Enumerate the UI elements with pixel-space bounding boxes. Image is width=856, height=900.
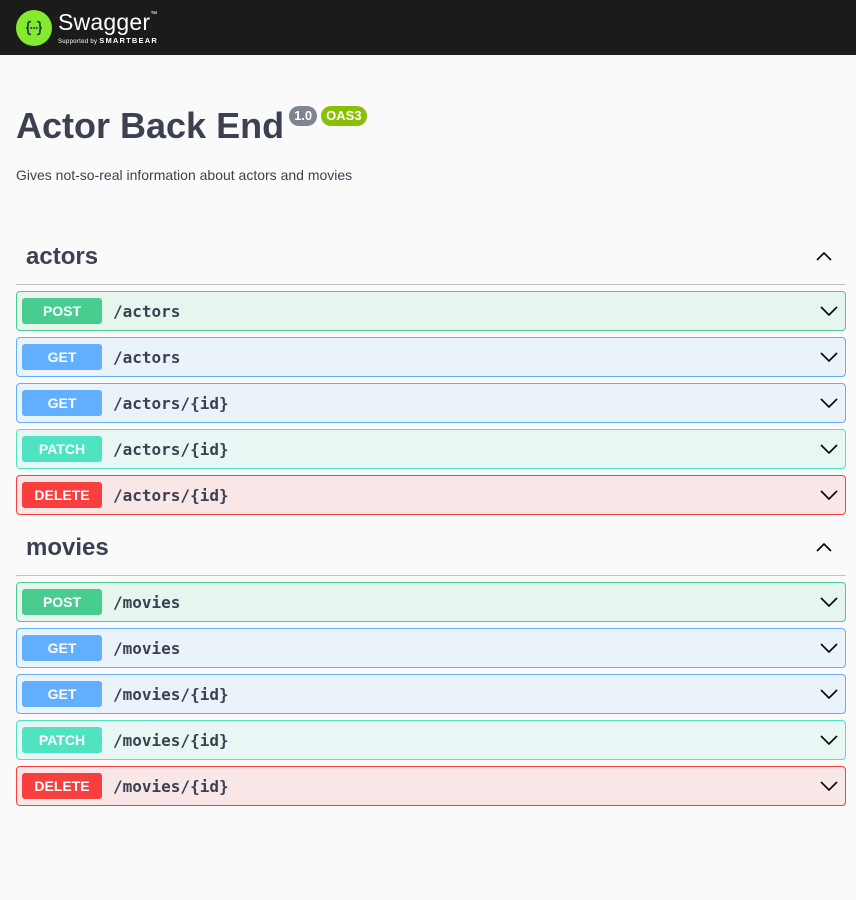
brand-subtitle: Supported by SMARTBEAR — [58, 35, 158, 45]
chevron-down-icon[interactable] — [819, 301, 839, 321]
operation-path: /actors/{id} — [113, 485, 229, 505]
method-badge: GET — [22, 344, 102, 370]
method-badge: PATCH — [22, 727, 102, 753]
operation-get-movies[interactable]: GET /movies — [16, 628, 846, 668]
chevron-down-icon[interactable] — [819, 347, 839, 367]
tag-name: actors — [26, 243, 99, 270]
tag-section-movies: movies POST /movies GET /movies GET /mov… — [0, 521, 856, 806]
operation-path: /actors/{id} — [113, 439, 229, 459]
oas-badge: OAS3 — [321, 106, 367, 126]
version-badge: 1.0 — [289, 106, 318, 126]
page-title: Actor Back End — [16, 105, 285, 146]
method-badge: GET — [22, 390, 102, 416]
operation-delete-actor-by-id[interactable]: DELETE /actors/{id} — [16, 475, 846, 515]
tag-section-actors: actors POST /actors GET /actors GET /act… — [0, 230, 856, 515]
chevron-down-icon[interactable] — [819, 393, 839, 413]
chevron-down-icon[interactable] — [819, 439, 839, 459]
operation-path: /movies/{id} — [113, 730, 229, 750]
chevron-down-icon[interactable] — [819, 485, 839, 505]
operation-get-movie-by-id[interactable]: GET /movies/{id} — [16, 674, 846, 714]
operation-path: /movies/{id} — [113, 776, 229, 796]
chevron-down-icon[interactable] — [819, 638, 839, 658]
operation-get-actor-by-id[interactable]: GET /actors/{id} — [16, 383, 846, 423]
chevron-down-icon[interactable] — [819, 730, 839, 750]
operation-path: /actors/{id} — [113, 393, 229, 413]
operation-path: /movies — [113, 638, 181, 658]
operation-path: /movies/{id} — [113, 684, 229, 704]
operation-get-actors[interactable]: GET /actors — [16, 337, 846, 377]
api-info: Actor Back End 1.0 OAS3 Gives not-so-rea… — [0, 105, 856, 183]
operation-delete-movie-by-id[interactable]: DELETE /movies/{id} — [16, 766, 846, 806]
operation-patch-movie-by-id[interactable]: PATCH /movies/{id} — [16, 720, 846, 760]
topbar: Swagger™ Supported by SMARTBEAR — [0, 0, 856, 55]
chevron-up-icon[interactable] — [814, 247, 834, 267]
method-badge: GET — [22, 681, 102, 707]
method-badge: DELETE — [22, 773, 102, 799]
operation-patch-actor-by-id[interactable]: PATCH /actors/{id} — [16, 429, 846, 469]
operation-post-movies[interactable]: POST /movies — [16, 582, 846, 622]
chevron-down-icon[interactable] — [819, 776, 839, 796]
brand-name: Swagger™ — [58, 8, 158, 35]
operation-path: /actors — [113, 347, 181, 367]
swagger-logo[interactable]: Swagger™ Supported by SMARTBEAR — [16, 8, 158, 46]
method-badge: GET — [22, 635, 102, 661]
tag-header-movies[interactable]: movies — [16, 521, 846, 576]
method-badge: DELETE — [22, 482, 102, 508]
tag-header-actors[interactable]: actors — [16, 230, 846, 285]
method-badge: POST — [22, 298, 102, 324]
operation-post-actors[interactable]: POST /actors — [16, 291, 846, 331]
api-description: Gives not-so-real information about acto… — [16, 167, 353, 183]
chevron-down-icon[interactable] — [819, 592, 839, 612]
method-badge: PATCH — [22, 436, 102, 462]
chevron-down-icon[interactable] — [819, 684, 839, 704]
tag-name: movies — [26, 534, 109, 561]
swagger-logo-icon — [16, 9, 52, 46]
chevron-up-icon[interactable] — [814, 538, 834, 558]
method-badge: POST — [22, 589, 102, 615]
operation-path: /movies — [113, 592, 181, 612]
operation-path: /actors — [113, 301, 181, 321]
